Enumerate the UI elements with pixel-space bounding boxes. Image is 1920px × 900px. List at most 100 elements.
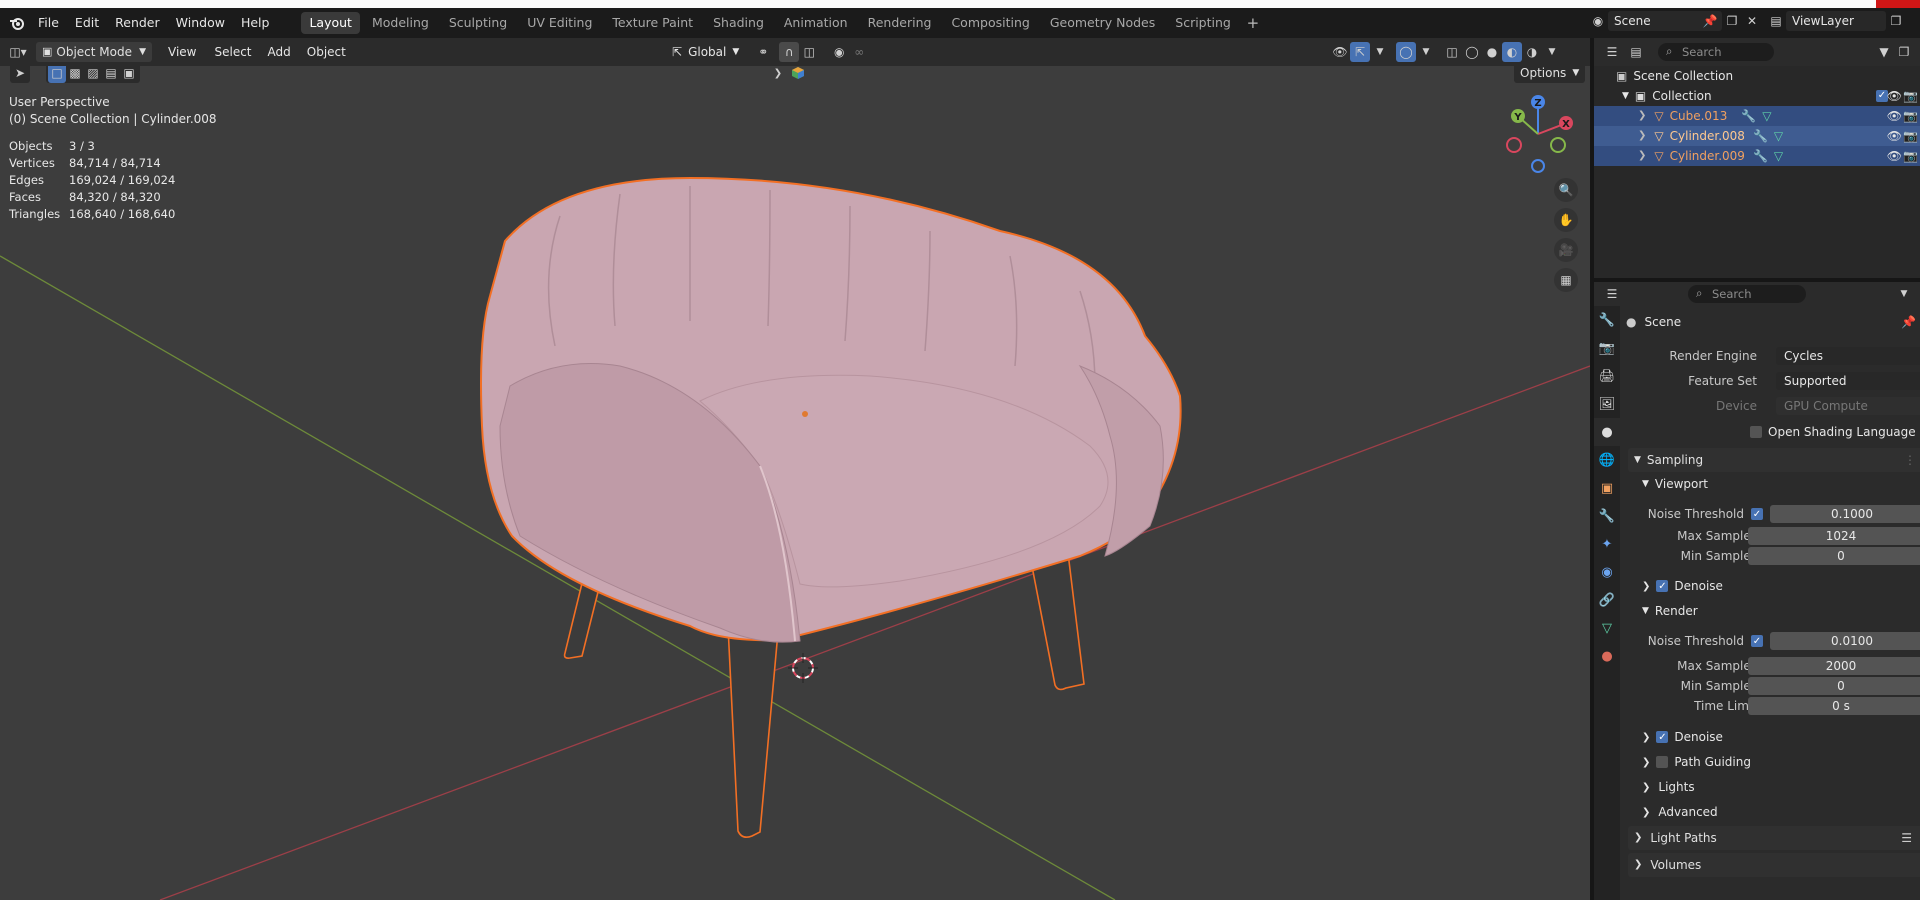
tab-texture-paint[interactable]: Texture Paint [604, 12, 701, 34]
data-tab-icon[interactable]: ▽ [1594, 614, 1620, 642]
render-camera-icon[interactable]: 📷 [1903, 106, 1918, 126]
viewport-subpanel-header[interactable]: ▼ Viewport ☰ [1642, 474, 1920, 494]
menu-edit[interactable]: Edit [67, 12, 107, 34]
gizmo-toggle-icon[interactable]: ⇱ [1350, 42, 1370, 62]
editor-type-icon[interactable]: ◫▾ [8, 42, 28, 62]
expand-chevron-icon[interactable]: ❯ [1638, 106, 1646, 126]
rendered-shading-icon[interactable]: ◑ [1522, 42, 1542, 62]
menu-add[interactable]: Add [260, 45, 299, 59]
output-tab-icon[interactable]: 🖨 [1594, 362, 1620, 390]
menu-help[interactable]: Help [233, 12, 278, 34]
delete-scene-icon[interactable]: ✕ [1742, 11, 1762, 31]
close-strip[interactable] [1876, 0, 1920, 8]
chevron-right-icon[interactable]: ❯ [768, 66, 788, 83]
mode-dropdown[interactable]: ▣ Object Mode ▼ [36, 42, 152, 62]
properties-search-input[interactable]: Search [1688, 284, 1806, 303]
new-collection-icon[interactable]: ❐ [1894, 42, 1914, 62]
perspective-toggle-icon[interactable]: ▦ [1554, 268, 1578, 292]
menu-window[interactable]: Window [168, 12, 233, 34]
shading-dropdown-icon[interactable]: ▼ [1542, 42, 1562, 62]
pivot-icon[interactable]: ⚭ [753, 42, 773, 62]
render-denoise-subpanel[interactable]: ❯ ✓ Denoise [1642, 727, 1920, 747]
invert-selection-icon[interactable]: ▤ [102, 66, 120, 83]
visibility-icon[interactable]: 👁 [1330, 42, 1350, 62]
denoise-checkbox[interactable]: ✓ [1656, 580, 1669, 592]
overlay-dropdown-icon[interactable]: ▼ [1416, 42, 1436, 62]
particles-tab-icon[interactable]: ✦ [1594, 530, 1620, 558]
preset-list-icon[interactable]: ☰ [1901, 826, 1912, 850]
min-samples-field[interactable]: 0 [1748, 677, 1920, 695]
wireframe-shading-icon[interactable]: ◯ [1462, 42, 1482, 62]
overlay-toggle-icon[interactable]: ◯ [1396, 42, 1416, 62]
tool-tab-icon[interactable]: 🔧 [1594, 306, 1620, 334]
tab-modeling[interactable]: Modeling [364, 12, 437, 34]
view-layer-icon[interactable]: ▤ [1766, 11, 1786, 31]
tab-rendering[interactable]: Rendering [860, 12, 940, 34]
outliner-object-cylinder-008[interactable]: ❯ ▽ Cylinder.008 🔧 ▽ 👁 📷 [1594, 126, 1920, 146]
camera-view-icon[interactable]: 🎥 [1554, 238, 1578, 262]
eye-icon[interactable]: 👁 [1887, 106, 1902, 126]
sampling-panel-header[interactable]: ▼ Sampling ⋮⋮ [1628, 448, 1920, 472]
time-limit-field[interactable]: 0 s [1748, 697, 1920, 715]
editor-type-icon[interactable]: ☰ [1602, 284, 1622, 304]
filter-icon[interactable]: ▼ [1874, 42, 1894, 62]
material-tab-icon[interactable]: ● [1594, 642, 1620, 670]
outliner-object-cube[interactable]: ❯ ▽ Cube.013 🔧 ▽ 👁 📷 [1594, 106, 1920, 126]
path-guiding-checkbox[interactable] [1656, 756, 1669, 768]
physics-tab-icon[interactable]: ◉ [1594, 558, 1620, 586]
solid-shading-icon[interactable]: ● [1482, 42, 1502, 62]
render-camera-icon[interactable]: 📷 [1903, 86, 1918, 106]
menu-view[interactable]: View [158, 45, 206, 59]
scene-tab-icon[interactable]: ● [1594, 418, 1620, 446]
object-tab-icon[interactable]: ▣ [1594, 474, 1620, 502]
add-workspace-icon[interactable]: + [1243, 13, 1263, 33]
new-view-layer-icon[interactable]: ❐ [1886, 11, 1906, 31]
menu-object[interactable]: Object [299, 45, 354, 59]
subtract-selection-icon[interactable]: ▨ [84, 66, 102, 83]
expand-chevron-icon[interactable]: ❯ [1638, 126, 1646, 146]
gizmo-dropdown-icon[interactable]: ▼ [1370, 42, 1390, 62]
constraints-tab-icon[interactable]: 🔗 [1594, 586, 1620, 614]
drag-handle-icon[interactable]: ⋮⋮ [1904, 448, 1920, 472]
new-scene-icon[interactable]: ❐ [1722, 11, 1742, 31]
proportional-edit-icon[interactable]: ◉ [829, 42, 849, 62]
view-layer-tab-icon[interactable]: 🖼 [1594, 390, 1620, 418]
expand-chevron-icon[interactable]: ❯ [1638, 146, 1646, 166]
pin-icon[interactable]: 📌 [1700, 11, 1720, 31]
outliner-collection[interactable]: ▼ ▣ Collection ✓ 👁 📷 [1594, 86, 1920, 106]
lights-subpanel[interactable]: ❯ Lights [1642, 777, 1920, 797]
object-color-icon[interactable] [788, 66, 808, 83]
advanced-subpanel[interactable]: ❯ Advanced [1642, 802, 1920, 822]
max-samples-field[interactable]: 2000 [1748, 657, 1920, 675]
render-camera-icon[interactable]: 📷 [1903, 146, 1918, 166]
noise-threshold-checkbox[interactable]: ✓ [1751, 508, 1763, 520]
new-selection-icon[interactable]: □ [48, 66, 66, 83]
world-tab-icon[interactable]: 🌐 [1594, 446, 1620, 474]
view-layer-field[interactable]: ViewLayer [1786, 11, 1886, 31]
tab-animation[interactable]: Animation [776, 12, 856, 34]
eye-icon[interactable]: 👁 [1887, 126, 1902, 146]
menu-file[interactable]: File [30, 12, 67, 34]
pan-hand-icon[interactable]: ✋ [1554, 208, 1578, 232]
snap-target-icon[interactable]: ◫ [799, 42, 819, 62]
device-dropdown[interactable]: GPU Compute▼ [1776, 397, 1920, 415]
zoom-icon[interactable]: 🔍 [1554, 178, 1578, 202]
tab-shading[interactable]: Shading [705, 12, 772, 34]
falloff-icon[interactable]: ∞ [849, 42, 869, 62]
render-tab-icon[interactable]: 📷 [1594, 334, 1620, 362]
menu-render[interactable]: Render [107, 12, 168, 34]
3d-viewport[interactable]: ➤ □ ▩ ▨ ▤ ▣ ❯ Options ▼ User Perspective… [0, 66, 1590, 900]
tab-scripting[interactable]: Scripting [1167, 12, 1239, 34]
navigation-gizmo[interactable]: Z X Y [1500, 94, 1580, 174]
osl-checkbox[interactable] [1750, 426, 1762, 438]
outliner-search-input[interactable]: Search [1658, 42, 1774, 61]
intersect-selection-icon[interactable]: ▣ [120, 66, 138, 83]
blender-logo-icon[interactable] [4, 16, 30, 30]
menu-select[interactable]: Select [206, 45, 259, 59]
eye-icon[interactable]: 👁 [1887, 146, 1902, 166]
outliner-scene-collection[interactable]: ▣ Scene Collection [1594, 66, 1920, 86]
pin-icon[interactable]: 📌 [1901, 315, 1916, 329]
viewport-denoise-subpanel[interactable]: ❯ ✓ Denoise [1642, 576, 1920, 596]
chevron-down-icon[interactable]: ▼ [1894, 284, 1914, 304]
render-subpanel-header[interactable]: ▼ Render ☰ [1642, 601, 1920, 621]
